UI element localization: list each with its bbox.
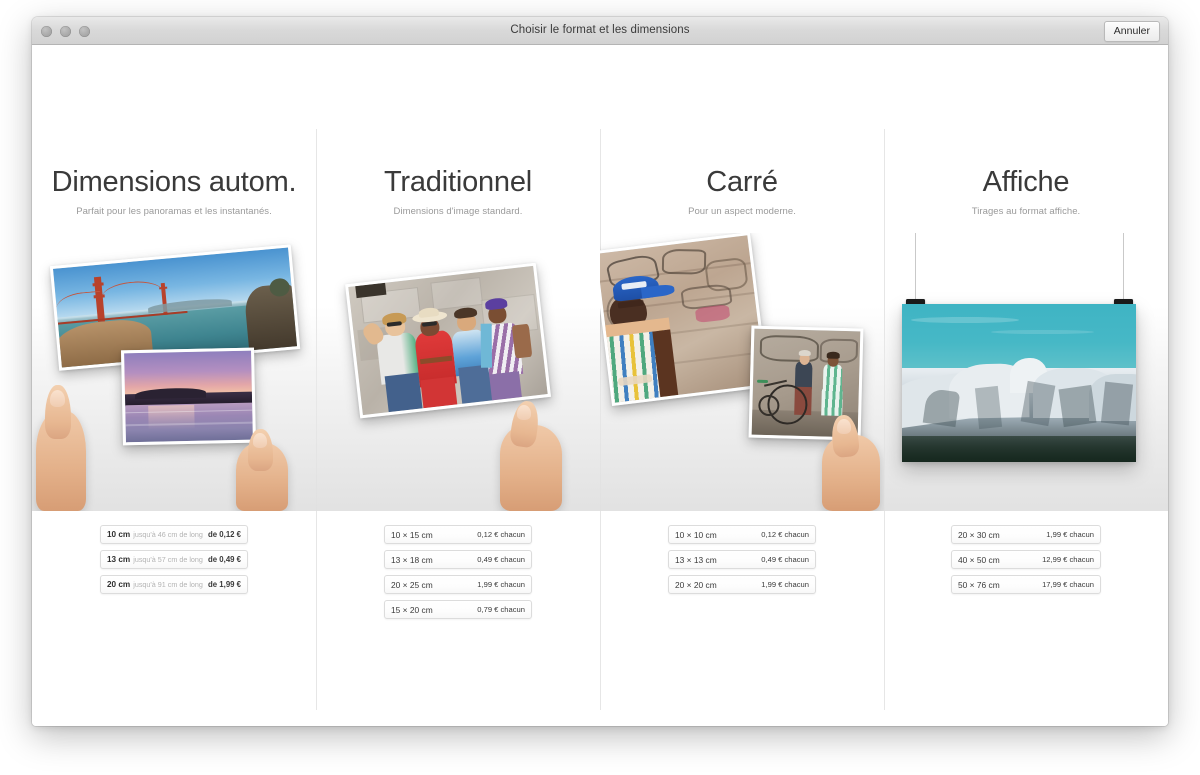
options-list-carre: 10 × 10 cm 0,12 € chacun 13 × 13 cm 0,49… xyxy=(668,525,816,595)
window-controls xyxy=(41,26,90,37)
option-row[interactable]: 10 cm jusqu'à 46 cm de long de 0,12 € xyxy=(100,525,248,545)
print-size-chooser-window: Choisir le format et les dimensions Annu… xyxy=(32,17,1168,726)
zoom-button[interactable] xyxy=(79,26,90,37)
option-note: jusqu'à 57 cm de long xyxy=(133,555,203,565)
option-price: 17,99 € chacun xyxy=(1042,580,1094,590)
option-row[interactable]: 13 × 18 cm 0,49 € chacun xyxy=(384,550,532,570)
column-subtitle: Tirages au format affiche. xyxy=(971,206,1081,218)
screen: Choisir le format et les dimensions Annu… xyxy=(0,0,1200,775)
option-note: jusqu'à 46 cm de long xyxy=(133,530,203,540)
column-header: Affiche Tirages au format affiche. xyxy=(884,45,1168,218)
option-size: 10 cm xyxy=(107,530,131,540)
minimize-button[interactable] xyxy=(60,26,71,37)
option-price: 0,12 € chacun xyxy=(477,530,525,540)
option-price: de 0,12 € xyxy=(208,530,241,540)
column-subtitle: Dimensions d'image standard. xyxy=(393,206,523,218)
option-row[interactable]: 20 × 30 cm 1,99 € chacun xyxy=(951,525,1101,545)
option-price: 12,99 € chacun xyxy=(1042,555,1094,565)
option-note: jusqu'à 91 cm de long xyxy=(133,580,203,590)
poster-string-right xyxy=(1123,233,1124,306)
sheet-body: Dimensions autom. Parfait pour les panor… xyxy=(32,45,1168,726)
option-price: 0,49 € chacun xyxy=(477,555,525,565)
column-header: Dimensions autom. Parfait pour les panor… xyxy=(32,45,316,218)
option-price: de 1,99 € xyxy=(208,580,241,590)
column-title: Dimensions autom. xyxy=(51,166,297,198)
column-title: Traditionnel xyxy=(383,166,533,198)
column-subtitle: Pour un aspect moderne. xyxy=(688,206,796,218)
option-price: 1,99 € chacun xyxy=(477,580,525,590)
format-column-affiche: Affiche Tirages au format affiche. 20 × … xyxy=(884,45,1168,726)
column-header: Traditionnel Dimensions d'image standard… xyxy=(316,45,600,218)
photo-woman-blue-cap-square xyxy=(600,233,769,407)
option-size: 20 cm xyxy=(107,580,131,590)
format-column-traditionnel: Traditionnel Dimensions d'image standard… xyxy=(316,45,600,726)
artwork-mountain-poster xyxy=(884,233,1168,512)
option-price: 0,12 € chacun xyxy=(761,530,809,540)
option-price: 1,99 € chacun xyxy=(1046,530,1094,540)
option-row[interactable]: 50 × 76 cm 17,99 € chacun xyxy=(951,575,1101,595)
format-column-carre: Carré Pour un aspect moderne. 10 × 10 cm… xyxy=(600,45,884,726)
cancel-button[interactable]: Annuler xyxy=(1103,21,1160,42)
format-column-dimensions-auto: Dimensions autom. Parfait pour les panor… xyxy=(32,45,316,726)
artwork-square-prints xyxy=(600,233,884,512)
option-size: 40 × 50 cm xyxy=(958,554,1000,565)
poster-string-left xyxy=(915,233,916,306)
window-title: Choisir le format et les dimensions xyxy=(510,24,690,36)
option-row[interactable]: 40 × 50 cm 12,99 € chacun xyxy=(951,550,1101,570)
format-columns: Dimensions autom. Parfait pour les panor… xyxy=(32,45,1168,726)
column-title: Carré xyxy=(706,166,778,198)
option-row[interactable]: 20 × 20 cm 1,99 € chacun xyxy=(668,575,816,595)
hand-right xyxy=(236,429,290,512)
artwork-panorama-prints xyxy=(32,233,316,512)
option-row[interactable]: 20 cm jusqu'à 91 cm de long de 1,99 € xyxy=(100,575,248,595)
option-price: de 0,49 € xyxy=(208,555,241,565)
photo-group-of-friends xyxy=(344,263,552,419)
hand-right xyxy=(818,414,884,512)
column-subtitle: Parfait pour les panoramas et les instan… xyxy=(76,206,272,218)
option-row[interactable]: 13 × 13 cm 0,49 € chacun xyxy=(668,550,816,570)
option-row[interactable]: 13 cm jusqu'à 57 cm de long de 0,49 € xyxy=(100,550,248,570)
option-size: 13 × 13 cm xyxy=(675,554,717,565)
window-titlebar: Choisir le format et les dimensions Annu… xyxy=(32,17,1168,45)
option-row[interactable]: 15 × 20 cm 0,79 € chacun xyxy=(384,600,532,620)
option-size: 10 × 15 cm xyxy=(391,529,433,540)
options-list-traditionnel: 10 × 15 cm 0,12 € chacun 13 × 18 cm 0,49… xyxy=(384,525,532,620)
photo-snowy-mountains-poster xyxy=(902,304,1136,463)
option-size: 15 × 20 cm xyxy=(391,604,433,615)
option-size: 13 cm xyxy=(107,555,131,565)
option-row[interactable]: 10 × 15 cm 0,12 € chacun xyxy=(384,525,532,545)
option-size: 20 × 30 cm xyxy=(958,529,1000,540)
artwork-standard-print xyxy=(316,233,600,512)
option-row[interactable]: 10 × 10 cm 0,12 € chacun xyxy=(668,525,816,545)
options-list-dimensions-auto: 10 cm jusqu'à 46 cm de long de 0,12 € 13… xyxy=(100,525,248,595)
column-header: Carré Pour un aspect moderne. xyxy=(600,45,884,218)
option-size: 50 × 76 cm xyxy=(958,579,1000,590)
option-size: 20 × 20 cm xyxy=(675,579,717,590)
option-size: 10 × 10 cm xyxy=(675,529,717,540)
close-button[interactable] xyxy=(41,26,52,37)
column-title: Affiche xyxy=(982,166,1070,198)
option-price: 0,79 € chacun xyxy=(477,605,525,615)
option-row[interactable]: 20 × 25 cm 1,99 € chacun xyxy=(384,575,532,595)
option-size: 20 × 25 cm xyxy=(391,579,433,590)
option-price: 1,99 € chacun xyxy=(761,580,809,590)
hand-right xyxy=(494,399,566,512)
hand-left xyxy=(36,385,88,512)
option-price: 0,49 € chacun xyxy=(761,555,809,565)
options-list-affiche: 20 × 30 cm 1,99 € chacun 40 × 50 cm 12,9… xyxy=(951,525,1101,595)
option-size: 13 × 18 cm xyxy=(391,554,433,565)
